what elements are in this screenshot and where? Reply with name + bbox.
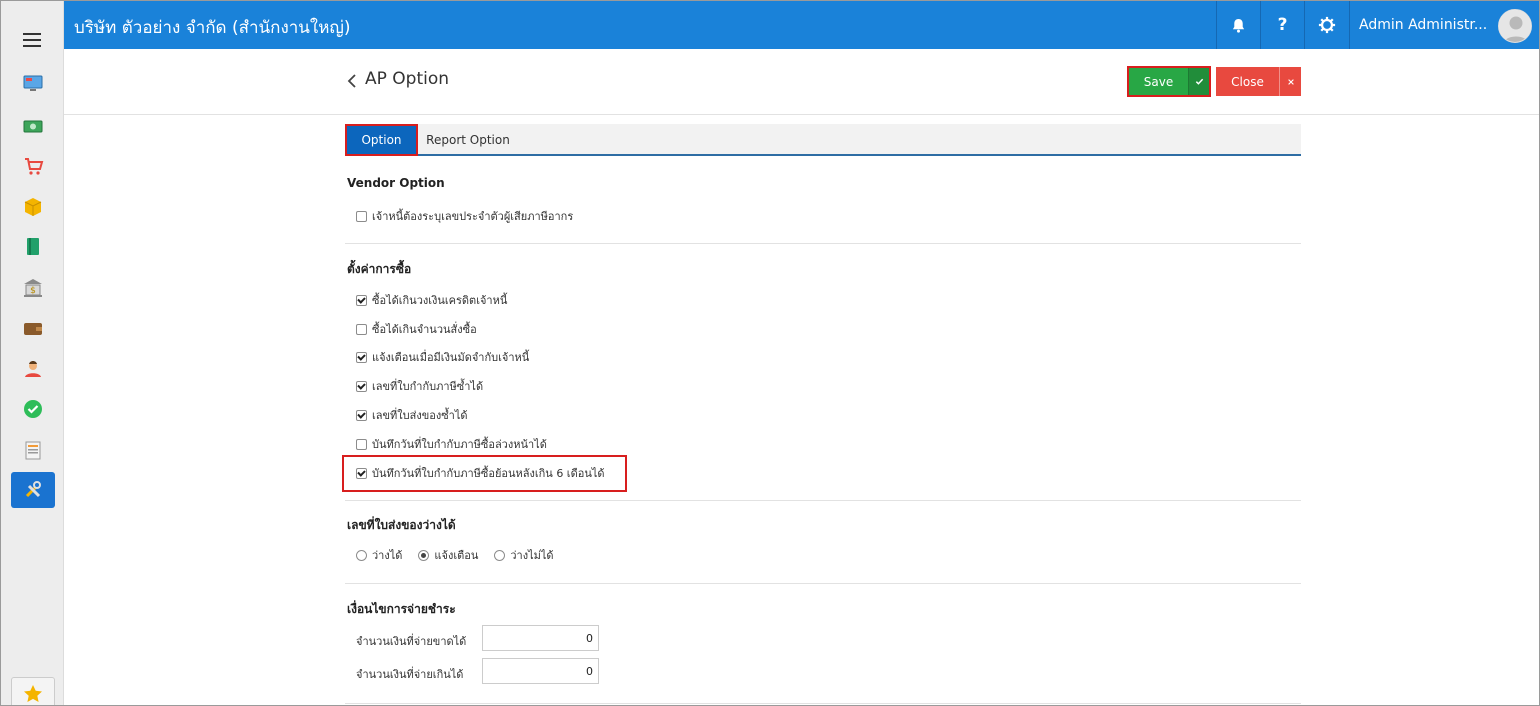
divider <box>345 500 1301 501</box>
delivery-blank-heading: เลขที่ใบส่งของว่างได้ <box>347 518 456 532</box>
settings-gear-icon[interactable] <box>1304 1 1348 49</box>
checkbox-row: เลขที่ใบส่งของซ้ำได้ <box>356 406 468 424</box>
avatar <box>1498 9 1532 43</box>
sidebar: $ <box>1 1 64 705</box>
wallet-icon[interactable] <box>11 310 55 346</box>
checkbox-exceed-order-qty[interactable] <box>356 323 367 335</box>
checkbox-label: บันทึกวันที่ใบกำกับภาษีซื้อย้อนหลังเกิน … <box>372 467 605 480</box>
user-menu[interactable]: Admin Administr... <box>1349 1 1539 49</box>
checkbox-label: เจ้าหนี้ต้องระบุเลขประจำตัวผู้เสียภาษีอา… <box>372 210 574 223</box>
radio-label: ว่างได้ <box>372 549 403 562</box>
check-circle-icon[interactable] <box>11 391 55 427</box>
menu-toggle-icon[interactable] <box>23 33 41 47</box>
checkbox-duplicate-tax-invoice[interactable] <box>356 380 367 392</box>
radio-warn[interactable] <box>418 549 430 561</box>
checkbox-label: ซื้อได้เกินจำนวนสั่งซื้อ <box>372 323 477 336</box>
close-button[interactable]: Close <box>1216 67 1279 96</box>
help-question-icon[interactable]: ? <box>1260 1 1304 49</box>
cart-icon[interactable] <box>11 148 55 184</box>
notification-bell-icon[interactable] <box>1216 1 1260 49</box>
checkbox-row: บันทึกวันที่ใบกำกับภาษีซื้อย้อนหลังเกิน … <box>356 464 605 482</box>
user-group-icon[interactable] <box>11 351 55 387</box>
tab-option[interactable]: Option <box>345 124 418 156</box>
radio-item: ว่างไม่ได้ <box>494 546 554 564</box>
checkbox-row: เลขที่ใบกำกับภาษีซ้ำได้ <box>356 377 483 395</box>
checkbox-future-invoice-date[interactable] <box>356 438 367 450</box>
page-title: AP Option <box>365 69 450 89</box>
tab-bar: Option Report Option <box>345 124 1301 156</box>
app-frame: $ บริษัท ตัวอย่าง จำกัด (สำนักงานใหญ่) ? <box>0 0 1540 706</box>
divider <box>345 583 1301 584</box>
underpay-amount-input[interactable] <box>482 625 599 651</box>
checkbox-label: เลขที่ใบส่งของซ้ำได้ <box>372 409 468 422</box>
company-name: บริษัท ตัวอย่าง จำกัด (สำนักงานใหญ่) <box>74 18 351 38</box>
svg-text:$: $ <box>30 286 36 296</box>
checkbox-label: ซื้อได้เกินวงเงินเครดิตเจ้าหนี้ <box>372 294 508 307</box>
radio-disallow-blank[interactable] <box>494 549 506 561</box>
favorite-star-icon[interactable] <box>11 677 55 705</box>
purchase-settings-heading: ตั้งค่าการซื้อ <box>347 262 412 276</box>
checkbox-row: ซื้อได้เกินวงเงินเครดิตเจ้าหนี้ <box>356 291 507 309</box>
dashboard-icon[interactable] <box>11 65 55 101</box>
checkbox-row: บันทึกวันที่ใบกำกับภาษีซื้อล่วงหน้าได้ <box>356 435 547 453</box>
radio-allow-blank[interactable] <box>356 549 367 561</box>
checkbox-deposit-alert[interactable] <box>356 351 367 363</box>
book-icon[interactable] <box>11 229 55 265</box>
underpay-label: จำนวนเงินที่จ่ายขาดได้ <box>356 635 467 648</box>
radio-item: ว่างได้ <box>356 546 402 564</box>
radio-group: ว่างได้ แจ้งเตือน ว่างไม่ได้ <box>356 546 570 564</box>
close-x-icon[interactable] <box>1279 67 1301 96</box>
divider <box>345 243 1301 244</box>
page-header: AP Option Save Close <box>64 49 1539 115</box>
checkbox-row: เจ้าหนี้ต้องระบุเลขประจำตัวผู้เสียภาษีอา… <box>356 207 573 225</box>
checkbox-label: แจ้งเตือนเมื่อมีเงินมัดจำกับเจ้าหนี้ <box>372 351 530 364</box>
overpay-amount-input[interactable] <box>482 658 599 684</box>
overpay-label: จำนวนเงินที่จ่ายเกินได้ <box>356 668 464 681</box>
save-button-group: Save <box>1127 66 1211 97</box>
radio-item: แจ้งเตือน <box>418 546 478 564</box>
bank-icon[interactable]: $ <box>11 270 55 306</box>
back-chevron-icon[interactable] <box>345 71 359 91</box>
top-header: บริษัท ตัวอย่าง จำกัด (สำนักงานใหญ่) ? A… <box>64 1 1539 49</box>
money-icon[interactable] <box>11 108 55 144</box>
checkbox-label: บันทึกวันที่ใบกำกับภาษีซื้อล่วงหน้าได้ <box>372 438 547 451</box>
checkbox-row: ซื้อได้เกินจำนวนสั่งซื้อ <box>356 320 477 338</box>
radio-label: ว่างไม่ได้ <box>510 549 554 562</box>
tab-report-option[interactable]: Report Option <box>425 124 511 156</box>
vendor-option-heading: Vendor Option <box>347 176 445 190</box>
divider <box>345 703 1301 704</box>
user-name: Admin Administr... <box>1359 17 1488 33</box>
report-icon[interactable] <box>11 432 55 468</box>
checkbox-backdate-6-months[interactable] <box>356 467 367 479</box>
payment-terms-heading: เงื่อนไขการจ่ายชำระ <box>347 602 456 616</box>
box-icon[interactable] <box>11 189 55 225</box>
settings-tools-icon[interactable] <box>11 472 55 508</box>
save-check-icon[interactable] <box>1188 68 1209 95</box>
save-button[interactable]: Save <box>1129 68 1188 95</box>
checkbox-duplicate-delivery-note[interactable] <box>356 409 367 421</box>
checkbox-row: แจ้งเตือนเมื่อมีเงินมัดจำกับเจ้าหนี้ <box>356 348 529 366</box>
checkbox-label: เลขที่ใบกำกับภาษีซ้ำได้ <box>372 380 484 393</box>
radio-label: แจ้งเตือน <box>434 549 479 562</box>
checkbox-require-tax-id[interactable] <box>356 210 367 222</box>
checkbox-exceed-credit[interactable] <box>356 294 367 306</box>
close-button-group: Close <box>1216 67 1301 96</box>
